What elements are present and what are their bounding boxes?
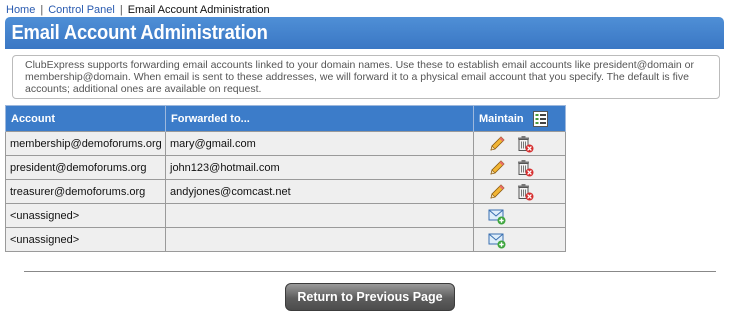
- breadcrumb-separator: |: [40, 4, 44, 16]
- maintain-cell: [473, 155, 566, 180]
- forwarded-cell: andyjones@comcast.net: [165, 179, 474, 204]
- breadcrumb-control-panel-link[interactable]: Control Panel: [48, 4, 115, 16]
- forwarded-cell: mary@gmail.com: [165, 131, 474, 156]
- divider: [24, 271, 716, 272]
- column-header-account: Account: [5, 105, 166, 132]
- add-email-icon[interactable]: [488, 231, 506, 249]
- table-header-row: Account Forwarded to... Maintain: [5, 105, 566, 132]
- table-row: <unassigned>: [5, 227, 566, 252]
- pencil-edit-icon[interactable]: [488, 135, 506, 153]
- maintain-label: Maintain: [479, 112, 524, 125]
- trash-delete-icon[interactable]: [516, 183, 534, 201]
- account-cell: membership@demoforums.org: [5, 131, 166, 156]
- account-cell: <unassigned>: [5, 227, 166, 252]
- table-row: <unassigned>: [5, 203, 566, 228]
- account-cell: treasurer@demoforums.org: [5, 179, 166, 204]
- account-cell: president@demoforums.org: [5, 155, 166, 180]
- accounts-table: Account Forwarded to... Maintain members…: [5, 105, 566, 252]
- title-bar: Email Account Administration: [5, 17, 724, 49]
- maintain-cell: [473, 179, 566, 204]
- breadcrumb-separator: |: [119, 4, 123, 16]
- column-header-maintain: Maintain: [473, 105, 566, 132]
- trash-delete-icon[interactable]: [516, 135, 534, 153]
- maintain-cell: [473, 227, 566, 252]
- pencil-edit-icon[interactable]: [488, 159, 506, 177]
- forwarded-cell: [165, 203, 474, 228]
- pencil-edit-icon[interactable]: [488, 183, 506, 201]
- maintain-cell: [473, 131, 566, 156]
- table-row: president@demoforums.org john123@hotmail…: [5, 155, 566, 180]
- maintain-cell: [473, 203, 566, 228]
- account-cell: <unassigned>: [5, 203, 166, 228]
- table-row: treasurer@demoforums.org andyjones@comca…: [5, 179, 566, 204]
- breadcrumb-home-link[interactable]: Home: [6, 4, 35, 16]
- column-header-forwarded: Forwarded to...: [165, 105, 474, 132]
- forwarded-cell: [165, 227, 474, 252]
- breadcrumb-current: Email Account Administration: [127, 4, 270, 16]
- intro-text: ClubExpress supports forwarding email ac…: [12, 55, 720, 99]
- forwarded-cell: john123@hotmail.com: [165, 155, 474, 180]
- add-email-icon[interactable]: [488, 207, 506, 225]
- return-to-previous-page-button[interactable]: Return to Previous Page: [285, 283, 455, 311]
- table-row: membership@demoforums.org mary@gmail.com: [5, 131, 566, 156]
- page-title: Email Account Administration: [11, 22, 268, 44]
- breadcrumb: Home | Control Panel | Email Account Adminis…: [6, 3, 270, 17]
- list-details-icon[interactable]: [532, 110, 550, 128]
- trash-delete-icon[interactable]: [516, 159, 534, 177]
